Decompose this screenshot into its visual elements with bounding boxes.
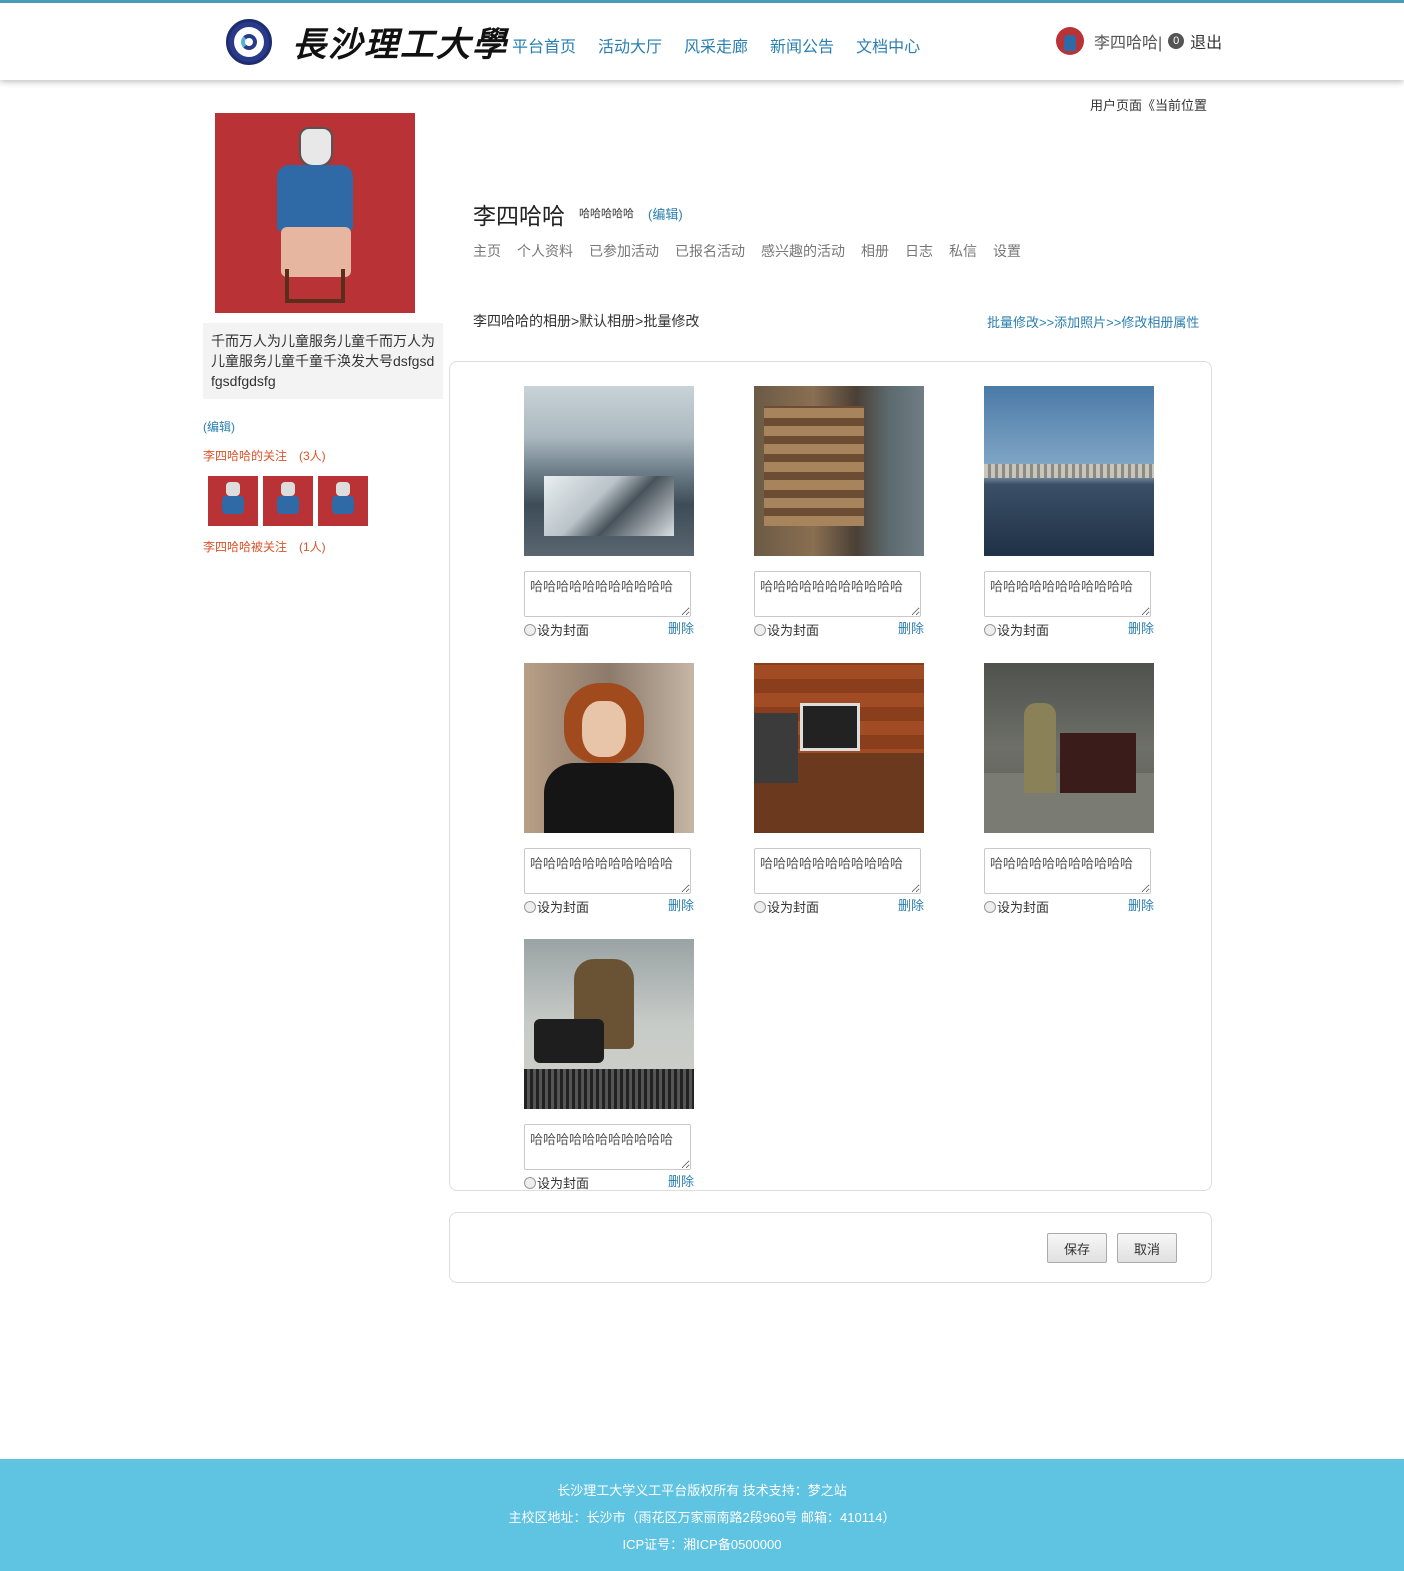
photo-card: 哈哈哈哈哈哈哈哈哈哈哈 设为封面 删除: [524, 663, 694, 915]
photo-description-input[interactable]: 哈哈哈哈哈哈哈哈哈哈哈: [754, 848, 921, 894]
tab-registered-activities[interactable]: 已报名活动: [675, 241, 745, 261]
cover-radio[interactable]: [754, 623, 766, 636]
cover-label: 设为封面: [997, 900, 1050, 915]
cover-radio[interactable]: [524, 1176, 536, 1189]
nav-news[interactable]: 新闻公告: [770, 33, 834, 57]
cover-radio[interactable]: [754, 900, 766, 913]
photo-description-input[interactable]: 哈哈哈哈哈哈哈哈哈哈哈: [524, 848, 691, 894]
tab-album[interactable]: 相册: [861, 241, 889, 261]
photo-card: 哈哈哈哈哈哈哈哈哈哈哈 设为封面 删除: [984, 663, 1154, 915]
cover-radio[interactable]: [524, 900, 536, 913]
username[interactable]: 李四哈哈|: [1094, 29, 1162, 53]
photo-thumbnail[interactable]: [984, 663, 1154, 833]
set-cover-option[interactable]: 设为封面: [984, 620, 1049, 639]
delete-photo-link[interactable]: 删除: [1128, 618, 1154, 637]
tab-home[interactable]: 主页: [473, 241, 501, 261]
photo-thumbnail[interactable]: [754, 386, 924, 556]
user-avatar[interactable]: [1056, 27, 1084, 55]
photo-thumbnail[interactable]: [524, 386, 694, 556]
nav-gallery[interactable]: 风采走廊: [684, 33, 748, 57]
photo-card: 哈哈哈哈哈哈哈哈哈哈哈 设为封面 删除: [754, 386, 924, 638]
footer-icp: ICP证号：湘ICP备0500000: [622, 1537, 782, 1552]
photo-thumbnail[interactable]: [524, 939, 694, 1109]
profile-signature: 哈哈哈哈哈: [579, 208, 634, 220]
photo-card: 哈哈哈哈哈哈哈哈哈哈哈 设为封面 删除: [984, 386, 1154, 638]
save-button[interactable]: 保存: [1047, 1233, 1107, 1263]
following-avatar[interactable]: [208, 476, 258, 526]
set-cover-option[interactable]: 设为封面: [524, 620, 589, 639]
cover-label: 设为封面: [537, 623, 590, 638]
photo-description-input[interactable]: 哈哈哈哈哈哈哈哈哈哈哈: [984, 571, 1151, 617]
university-logo[interactable]: 長沙理工大學: [226, 17, 508, 66]
delete-photo-link[interactable]: 删除: [668, 895, 694, 914]
footer-address: 主校区地址：长沙市（雨花区万家丽南路2段960号 邮箱：410114）: [508, 1510, 896, 1525]
following-list: [208, 476, 368, 526]
set-cover-option[interactable]: 设为封面: [524, 897, 589, 916]
set-cover-option[interactable]: 设为封面: [754, 897, 819, 916]
cover-label: 设为封面: [767, 623, 820, 638]
tab-settings[interactable]: 设置: [993, 241, 1021, 261]
university-seal-icon: [226, 18, 272, 65]
tab-profile-info[interactable]: 个人资料: [517, 241, 573, 261]
logo-text: 長沙理工大學: [292, 25, 508, 65]
photo-description-input[interactable]: 哈哈哈哈哈哈哈哈哈哈哈: [524, 1124, 691, 1170]
following-label[interactable]: 李四哈哈的关注 (3人): [203, 447, 326, 464]
set-cover-option[interactable]: 设为封面: [984, 897, 1049, 916]
cover-radio[interactable]: [524, 623, 536, 636]
nav-documents[interactable]: 文档中心: [856, 33, 920, 57]
profile-bio: 千而万人为儿童服务儿童千而万人为儿童服务儿童千童千涣发大号dsfgsdfgsdf…: [203, 323, 443, 399]
footer-copyright: 长沙理工大学义工平台版权所有 技术支持：梦之站: [557, 1483, 847, 1498]
photo-description-input[interactable]: 哈哈哈哈哈哈哈哈哈哈哈: [984, 848, 1151, 894]
profile-tabs: 主页 个人资料 已参加活动 已报名活动 感兴趣的活动 相册 日志 私信 设置: [473, 241, 1037, 261]
photo-thumbnail[interactable]: [754, 663, 924, 833]
album-path: 李四哈哈的相册>默认相册>批量修改: [473, 313, 700, 329]
set-cover-option[interactable]: 设为封面: [754, 620, 819, 639]
tab-interested-activities[interactable]: 感兴趣的活动: [761, 241, 845, 261]
cover-label: 设为封面: [997, 623, 1050, 638]
breadcrumb: 用户页面《当前位置: [1090, 98, 1208, 113]
cover-radio[interactable]: [984, 900, 996, 913]
cancel-button[interactable]: 取消: [1117, 1233, 1177, 1263]
photo-thumbnail[interactable]: [984, 386, 1154, 556]
photo-description-input[interactable]: 哈哈哈哈哈哈哈哈哈哈哈: [754, 571, 921, 617]
delete-photo-link[interactable]: 删除: [668, 1171, 694, 1190]
photo-thumbnail[interactable]: [524, 663, 694, 833]
tab-joined-activities[interactable]: 已参加活动: [589, 241, 659, 261]
album-actions[interactable]: 批量修改>>添加照片>>修改相册属性: [987, 312, 1199, 331]
tab-messages[interactable]: 私信: [949, 241, 977, 261]
delete-photo-link[interactable]: 删除: [898, 895, 924, 914]
delete-photo-link[interactable]: 删除: [898, 618, 924, 637]
photo-grid: 哈哈哈哈哈哈哈哈哈哈哈 设为封面 删除 哈哈哈哈哈哈哈哈哈哈哈 设为封面 删除 …: [449, 361, 1212, 1191]
following-avatar[interactable]: [263, 476, 313, 526]
form-actions: 保存 取消: [449, 1212, 1212, 1283]
photo-card: 哈哈哈哈哈哈哈哈哈哈哈 设为封面 删除: [754, 663, 924, 915]
photo-card: 哈哈哈哈哈哈哈哈哈哈哈 设为封面 删除: [524, 939, 694, 1191]
notification-badge[interactable]: 0: [1168, 33, 1185, 49]
logout-link[interactable]: 退出: [1190, 29, 1222, 53]
profile-name: 李四哈哈: [473, 203, 565, 229]
followers-label[interactable]: 李四哈哈被关注 (1人): [203, 538, 326, 555]
main-nav: 平台首页 活动大厅 风采走廊 新闻公告 文档中心: [512, 33, 942, 57]
cover-label: 设为封面: [767, 900, 820, 915]
cover-label: 设为封面: [537, 1176, 590, 1191]
photo-description-input[interactable]: 哈哈哈哈哈哈哈哈哈哈哈: [524, 571, 691, 617]
delete-photo-link[interactable]: 删除: [1128, 895, 1154, 914]
tab-blog[interactable]: 日志: [905, 241, 933, 261]
profile-avatar: [215, 113, 415, 313]
delete-photo-link[interactable]: 删除: [668, 618, 694, 637]
cover-radio[interactable]: [984, 623, 996, 636]
set-cover-option[interactable]: 设为封面: [524, 1173, 589, 1192]
top-bar: 長沙理工大學 平台首页 活动大厅 风采走廊 新闻公告 文档中心 李四哈哈| 0 …: [0, 0, 1404, 80]
edit-profile-link[interactable]: (编辑): [648, 204, 683, 223]
footer: 长沙理工大学义工平台版权所有 技术支持：梦之站 主校区地址：长沙市（雨花区万家丽…: [0, 1459, 1404, 1571]
following-avatar[interactable]: [318, 476, 368, 526]
edit-bio-link[interactable]: (编辑): [203, 418, 235, 435]
nav-activity-hall[interactable]: 活动大厅: [598, 33, 662, 57]
photo-card: 哈哈哈哈哈哈哈哈哈哈哈 设为封面 删除: [524, 386, 694, 638]
user-area: 李四哈哈| 0 退出: [1056, 27, 1222, 55]
cover-label: 设为封面: [537, 900, 590, 915]
nav-home[interactable]: 平台首页: [512, 33, 576, 57]
